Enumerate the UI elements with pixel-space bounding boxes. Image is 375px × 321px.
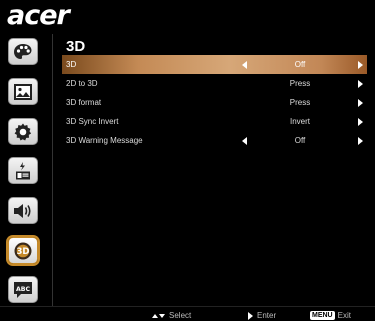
arrow-left-icon[interactable] <box>242 61 247 69</box>
menu-row-value: Press <box>289 98 311 107</box>
menu-row-3d-warning-message[interactable]: 3D Warning Message Off <box>62 131 367 150</box>
arrow-right-icon[interactable] <box>358 80 363 88</box>
arrow-right-icon[interactable] <box>358 61 363 69</box>
osd-frame: acer 3D ABC 3D 3D Off 2D to 3D Press 3D … <box>0 0 375 321</box>
power-management-icon[interactable] <box>8 157 38 184</box>
menu-row-label: 3D Sync Invert <box>66 117 119 126</box>
page-title: 3D <box>66 38 86 55</box>
exit-hint-label: Exit <box>337 311 351 320</box>
settings-icon[interactable] <box>8 118 38 145</box>
menu-row-label: 3D format <box>66 98 102 107</box>
acer-logo: acer <box>7 0 70 31</box>
palette-icon[interactable] <box>8 38 38 65</box>
sidebar: 3D ABC <box>0 34 52 306</box>
arrow-right-icon[interactable] <box>358 99 363 107</box>
menu-row-label: 3D <box>66 60 77 69</box>
language-icon-label: ABC <box>16 286 31 293</box>
exit-hint: MENU Exit <box>310 311 351 320</box>
menu-row-2d-to-3d[interactable]: 2D to 3D Press <box>62 74 367 93</box>
right-arrow-icon <box>248 311 253 320</box>
image-icon[interactable] <box>8 78 38 105</box>
menu-row-value: Press <box>289 79 311 88</box>
menu-row-3d-format[interactable]: 3D format Press <box>62 93 367 112</box>
audio-icon[interactable] <box>8 197 38 224</box>
enter-hint: Enter <box>248 311 276 320</box>
menu-row-value: Off <box>294 60 306 69</box>
select-hint-label: Select <box>169 311 192 320</box>
menu-row-3d[interactable]: 3D Off <box>62 55 367 74</box>
select-hint: Select <box>152 311 191 320</box>
3d-icon-label: 3D <box>17 247 30 257</box>
menu-row-label: 2D to 3D <box>66 79 98 88</box>
menu-row-label: 3D Warning Message <box>66 136 143 145</box>
menu-list: 3D Off 2D to 3D Press 3D format Press 3D… <box>62 55 367 150</box>
up-arrow-icon <box>152 313 158 318</box>
menu-row-3d-sync-invert[interactable]: 3D Sync Invert Invert <box>62 112 367 131</box>
menu-row-value: Invert <box>289 117 310 126</box>
enter-hint-label: Enter <box>257 311 277 320</box>
menu-key-icon: MENU <box>310 311 335 320</box>
sidebar-divider <box>52 34 53 306</box>
footer-hints: Select Enter MENU Exit <box>0 306 375 321</box>
menu-row-value: Off <box>294 136 306 145</box>
arrow-right-icon[interactable] <box>358 137 363 145</box>
arrow-right-icon[interactable] <box>358 118 363 126</box>
down-arrow-icon <box>159 313 165 318</box>
language-icon[interactable]: ABC <box>8 276 38 303</box>
3d-icon[interactable]: 3D <box>8 237 38 264</box>
arrow-left-icon[interactable] <box>242 137 247 145</box>
